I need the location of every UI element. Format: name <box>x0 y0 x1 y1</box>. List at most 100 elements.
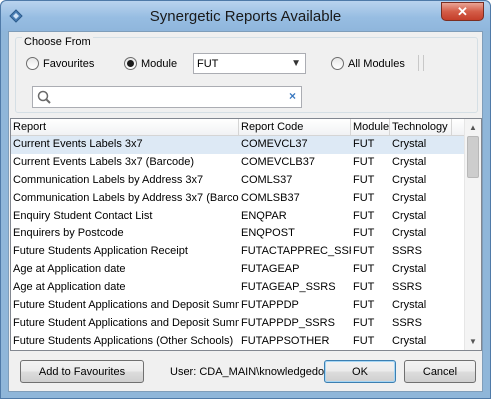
table-row[interactable]: Future Student Applications and Deposit … <box>11 315 466 333</box>
cancel-button[interactable]: Cancel <box>404 360 476 383</box>
search-icon <box>37 90 51 104</box>
title-bar[interactable]: Synergetic Reports Available ✕ <box>1 1 490 31</box>
vertical-scrollbar[interactable]: ▲ ▼ <box>464 119 481 350</box>
dialog-footer: Add to Favourites User: CDA_MAIN\knowled… <box>9 357 482 387</box>
chevron-down-icon: ▼ <box>291 58 301 69</box>
window-title: Synergetic Reports Available <box>149 8 342 25</box>
cell-report-code: ENQPOST <box>241 227 295 240</box>
cell-module: FUT <box>353 334 375 347</box>
cell-technology: Crystal <box>392 334 427 347</box>
column-header-module[interactable]: Module <box>351 119 390 136</box>
cell-technology: Crystal <box>392 191 427 204</box>
cell-report: Communication Labels by Address 3x7 <box>13 173 204 186</box>
cell-technology: SSRS <box>392 281 422 294</box>
cell-module: FUT <box>353 263 375 276</box>
table-row[interactable]: Enquiry Student Contact List ENQPAR FUT Cry… <box>11 208 466 226</box>
clear-search-icon[interactable]: × <box>289 89 296 103</box>
cell-report-code: ENQPAR <box>241 209 287 222</box>
table-row[interactable]: Enquirers by Postcode ENQPOST FUT Crystal <box>11 225 466 243</box>
cell-report: Age at Application date <box>13 263 126 276</box>
table-row[interactable]: Age at Application date FUTAGEAP_SSRS FUT S… <box>11 279 466 297</box>
table-row[interactable]: Future Student Applications and Deposit … <box>11 297 466 315</box>
radio-circle <box>124 57 137 70</box>
choose-from-group: Choose From Favourites Module FUT ▼ All … <box>15 36 478 113</box>
module-radio-label: Module <box>141 57 178 70</box>
column-header-report[interactable]: Report <box>11 119 239 136</box>
cell-technology: SSRS <box>392 245 422 258</box>
cell-module: FUT <box>353 299 375 312</box>
dialog-window: Synergetic Reports Available ✕ Choose Fr… <box>0 0 491 399</box>
module-select[interactable]: FUT ▼ <box>193 53 306 74</box>
favourites-radio[interactable]: Favourites <box>26 57 94 70</box>
cell-technology: SSRS <box>392 316 422 329</box>
search-input[interactable]: × <box>32 86 302 108</box>
cell-report: Future Student Applications and Deposit … <box>13 316 239 329</box>
table-row[interactable]: Communication Labels by Address 3x7 COMLS… <box>11 172 466 190</box>
choose-from-label: Choose From <box>22 36 93 48</box>
table-body: Current Events Labels 3x7 COMEVCL37 FUT Cry… <box>11 136 466 350</box>
cell-technology: Crystal <box>392 209 427 222</box>
scroll-up-icon[interactable]: ▲ <box>465 119 481 136</box>
table-row[interactable]: Current Events Labels 3x7 COMEVCL37 FUT Cry… <box>11 136 466 154</box>
cell-technology: Crystal <box>392 155 427 168</box>
ok-button[interactable]: OK <box>324 360 396 383</box>
radio-selected-dot <box>127 60 134 67</box>
dialog-client-area: Choose From Favourites Module FUT ▼ All … <box>8 31 483 392</box>
cell-report: Communication Labels by Address 3x7 (Bar… <box>13 191 239 204</box>
cell-report: Enquiry Student Contact List <box>13 209 153 222</box>
cell-report: Enquirers by Postcode <box>13 227 124 240</box>
cell-report: Future Student Applications and Deposit … <box>13 299 239 312</box>
cell-technology: Crystal <box>392 138 427 150</box>
scope-radio-row: Favourites Module FUT ▼ All Modules <box>26 52 467 74</box>
cell-module: FUT <box>353 245 375 258</box>
cell-report-code: FUTAGEAP <box>241 263 300 276</box>
reports-table: Report Report Code Module Technology Cur… <box>10 118 482 351</box>
cell-module: FUT <box>353 227 375 240</box>
table-row[interactable]: Age at Application date FUTAGEAP FUT Crysta… <box>11 261 466 279</box>
table-row[interactable]: Future Students Application Receipt FUTAC… <box>11 243 466 261</box>
favourites-radio-label: Favourites <box>43 57 95 70</box>
table-header: Report Report Code Module Technology <box>11 119 466 136</box>
cell-module: FUT <box>353 316 375 329</box>
all-modules-radio-label: All Modules <box>348 57 405 70</box>
close-button[interactable]: ✕ <box>441 2 484 21</box>
current-user-label: User: CDA_MAIN\knowledgedoc <box>170 366 330 378</box>
cell-report: Future Students Application Receipt <box>13 245 188 258</box>
cell-report-code: FUTACTAPPREC_SSRS <box>241 245 351 258</box>
table-row[interactable]: Future Students Applications (Other Scho… <box>11 333 466 350</box>
cell-report-code: FUTAPPDP_SSRS <box>241 316 335 329</box>
cell-report-code: FUTAPPDP <box>241 299 299 312</box>
module-select-value: FUT <box>197 57 219 70</box>
table-row[interactable]: Communication Labels by Address 3x7 (Bar… <box>11 190 466 208</box>
cell-report-code: COMEVCLB37 <box>241 155 315 168</box>
cell-report-code: COMEVCL37 <box>241 138 308 150</box>
scrollbar-thumb[interactable] <box>467 136 479 178</box>
cell-module: FUT <box>353 155 375 168</box>
cell-report: Current Events Labels 3x7 (Barcode) <box>13 155 194 168</box>
cell-module: FUT <box>353 173 375 186</box>
scroll-down-icon[interactable]: ▼ <box>465 333 481 350</box>
cell-module: FUT <box>353 138 375 150</box>
resize-grip <box>418 55 424 71</box>
close-icon: ✕ <box>457 3 468 19</box>
column-header-technology[interactable]: Technology <box>390 119 452 136</box>
cell-report-code: FUTAPPSOTHER <box>241 334 330 347</box>
cell-report-code: COMLS37 <box>241 173 293 186</box>
cell-module: FUT <box>353 281 375 294</box>
cell-technology: Crystal <box>392 227 427 240</box>
all-modules-radio[interactable]: All Modules <box>331 57 405 70</box>
radio-circle <box>331 57 344 70</box>
cell-technology: Crystal <box>392 263 427 276</box>
cell-technology: Crystal <box>392 299 427 312</box>
cell-report-code: COMLSB37 <box>241 191 300 204</box>
table-row[interactable]: Current Events Labels 3x7 (Barcode) COMEV… <box>11 154 466 172</box>
cell-technology: Crystal <box>392 173 427 186</box>
add-to-favourites-button[interactable]: Add to Favourites <box>20 360 144 383</box>
module-radio[interactable]: Module <box>124 57 177 70</box>
cell-report: Future Students Applications (Other Scho… <box>13 334 234 347</box>
cell-report: Current Events Labels 3x7 <box>13 138 143 150</box>
column-header-report-code[interactable]: Report Code <box>239 119 351 136</box>
cell-report: Age at Application date <box>13 281 126 294</box>
cell-report-code: FUTAGEAP_SSRS <box>241 281 336 294</box>
radio-circle <box>26 57 39 70</box>
